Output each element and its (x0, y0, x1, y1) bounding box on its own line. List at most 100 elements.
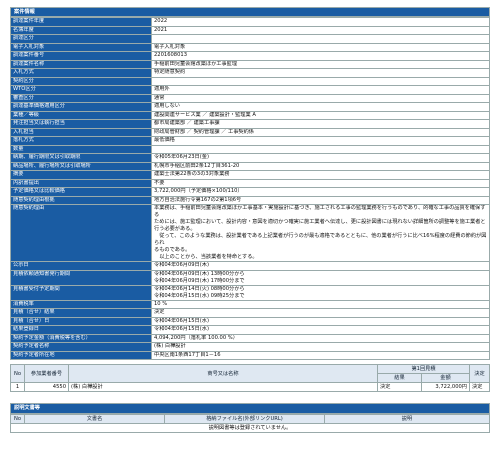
field-label: 公示日 (10, 261, 152, 271)
bid-results-table: No 参加業者番号 商号又は名称 第1回見積 決定 結果 金額 1 4550 (… (10, 364, 490, 393)
field-value-line: (株) 白樺設計 (154, 343, 186, 350)
field-value: 地方自治法施行令第167の2第1項6号 (151, 195, 490, 206)
field-value: 決定 (151, 308, 490, 318)
field-value-text: 都市局建築部 ／ 建築工事課 (154, 120, 220, 127)
col-bidder-name: 商号又は名称 (68, 364, 378, 384)
doc-col-file: 格納ファイル名(外部リンクURL) (164, 413, 325, 424)
reason-label: 随意契約理由 (10, 204, 152, 263)
col-result: 結果 (377, 373, 422, 384)
field-value: 札幌市手稲区前田2条12丁目361-20 (151, 161, 490, 172)
doc-col-no: No (10, 413, 25, 424)
col-decision: 決定 (469, 364, 490, 384)
info-row-3: 電子入札対象 電子入札対象 (10, 42, 490, 53)
table-row: 1 4550 (株) 白樺設計 決定 3,722,000円 決定 (10, 382, 490, 393)
doc-col-desc: 説明 (324, 413, 490, 424)
field-value: 3,722,000円（予定価格×100/110） (151, 187, 490, 197)
field-label: WTO区分 (10, 85, 152, 95)
field-value: 都市局建築部 ／ 建築工事課 (151, 119, 490, 129)
field-value: 中央区南1条西17丁目1－16 (151, 350, 490, 361)
field-label: 調達案件番号 (10, 51, 152, 61)
info-row-s7: 契約予定金額（消費税等を含む） 4,094,200円（落札率 100.00 %） (10, 333, 490, 344)
field-value: 4,094,200円（落札率 100.00 %） (151, 333, 490, 344)
field-value: 電子入札対象 (151, 42, 490, 53)
field-value-text: 電子入札対象 (154, 43, 186, 50)
field-label: 予定価格又は比較価格 (10, 187, 152, 197)
info-row-5: 調達案件名称 手稲前田児童会館改築ほか工事監理 (10, 59, 490, 70)
reason-line: 従って、このような業務は、設計業者である上記業者が行うのが最も適格であるとともに… (154, 233, 487, 247)
field-value (151, 34, 490, 44)
row-no: 1 (10, 382, 25, 393)
field-value: 不要 (151, 178, 490, 189)
field-value: 最低価格 (151, 136, 490, 146)
reason-line: ためには、施工監理において、設計内容・意図を適切かつ確実に施工業者へ伝達し、更に… (154, 219, 486, 226)
info-row-s0: 公示日 令和04年06月09日(木) (10, 261, 490, 271)
field-value: (株) 白樺設計 (151, 342, 490, 352)
info-row-2: 調達区分 (10, 34, 490, 44)
info-row-s6: 結果登録日 令和04年06月15日(水) (10, 325, 490, 335)
col-amount: 金額 (421, 373, 470, 384)
field-value-line: 令和04年06月15日(水) (154, 317, 209, 324)
info-row-16: 納期、履行期限又は引取期限 令和05年06月23日(金) (10, 153, 490, 163)
field-label: 調達案件年度 (10, 17, 152, 27)
field-value-line: 令和04年06月15日(水) (154, 326, 209, 333)
field-value: 2021 (151, 25, 490, 36)
info-row-12: 発注担当又は執行担当 都市局建築部 ／ 建築工事課 (10, 119, 490, 129)
field-value-text: 適用外 (154, 86, 170, 93)
field-label: 審査区分 (10, 93, 152, 104)
field-label: 見積（合せ）日 (10, 316, 152, 327)
field-value-line: 中央区南1条西17丁目1－16 (154, 351, 221, 358)
info-row-s9: 契約予定者所在地 中央区南1条西17丁目1－16 (10, 350, 490, 361)
documents-empty-message: 説明図書等は登録されていません。 (10, 422, 490, 433)
info-row-18: 摘要 建築士法第22条の3の3対象業務 (10, 170, 490, 180)
field-value-line: 10 % (154, 300, 168, 307)
reason-line: 本業務は、手稲前田児童会館改築ほか工事基本・実施設計に基づき、施工される工事の監… (154, 205, 486, 219)
field-value-line: 令和04年06月14日(火) 08時00分から (154, 285, 245, 292)
case-info-table: 調達案件年度 2022 名簿年度 2021 調達区分 電子入札対象 電子入札対象 調達案件番号… (10, 17, 490, 361)
info-row-6: 入札方式 特定随意契約 (10, 68, 490, 78)
field-label: 入札担当 (10, 127, 152, 138)
field-value-text: 2021 (154, 26, 168, 33)
row-bidder-name: (株) 白樺設計 (68, 382, 378, 393)
field-value: 令和04年06月09日(木) 13時00分から 令和04年06月09日(木) 17… (151, 269, 490, 286)
info-row-s5: 見積（合せ）日 令和04年06月15日(水) (10, 316, 490, 327)
info-row-15: 数量 (10, 144, 490, 155)
field-label: 契約区分 (10, 76, 152, 87)
field-value-text: 令和05年06月23日(金) (154, 154, 209, 161)
field-label: 調達区分 (10, 34, 152, 44)
field-value: 令和04年06月15日(水) (151, 325, 490, 335)
info-row-s8: 契約予定者名称 (株) 白樺設計 (10, 342, 490, 352)
info-row-21: 随意契約理由根拠 地方自治法施行令第167の2第1項6号 (10, 195, 490, 206)
field-value-text: 財政局管財部 ／ 契約管理課 ／ 工事契約係 (154, 128, 254, 135)
field-label: 発注担当又は執行担当 (10, 119, 152, 129)
field-value: 10 % (151, 299, 490, 310)
field-value: 建築士法第22条の3の3対象業務 (151, 170, 490, 180)
field-label: 契約予定金額（消費税等を含む） (10, 333, 152, 344)
field-label: 随意契約理由根拠 (10, 195, 152, 206)
info-row-s3: 消費税率 10 % (10, 299, 490, 310)
field-value-line: 令和04年06月15日(水) 09時25分まで (154, 292, 245, 299)
field-value-text: 通常 (154, 94, 165, 101)
field-value: 令和05年06月23日(金) (151, 153, 490, 163)
info-row-10: 調達基準価格適用区分 適用しない (10, 102, 490, 112)
field-label: 見積書受付予定期間 (10, 284, 152, 301)
section-header-case-info: 案件情報 (10, 7, 490, 18)
field-value (151, 76, 490, 87)
field-value: 適用しない (151, 102, 490, 112)
field-label: 契約予定者所在地 (10, 350, 152, 361)
reason-text: 本業務は、手稲前田児童会館改築ほか工事基本・実施設計に基づき、施工される工事の監… (151, 204, 490, 263)
field-value (151, 144, 490, 155)
field-value: 令和04年06月14日(火) 08時00分から 令和04年06月15日(水) 09… (151, 284, 490, 301)
field-label: 見積依頼通知書発行期間 (10, 269, 152, 286)
col-round-1: 第1回見積 (377, 364, 470, 375)
field-label: 業種／等級 (10, 110, 152, 121)
field-value-text: 地方自治法施行令第167の2第1項6号 (154, 196, 242, 203)
row-decision: 決定 (469, 382, 490, 393)
field-value-text: 最低価格 (154, 137, 175, 144)
field-label: 落札方式 (10, 136, 152, 146)
row-bidder-no: 4550 (24, 382, 69, 393)
info-row-14: 落札方式 最低価格 (10, 136, 490, 146)
field-value: 特定随意契約 (151, 68, 490, 78)
info-row-7: 契約区分 (10, 76, 490, 87)
field-value-line: 決定 (154, 309, 165, 316)
field-value-line: 令和04年06月09日(木) 17時00分まで (154, 277, 245, 284)
